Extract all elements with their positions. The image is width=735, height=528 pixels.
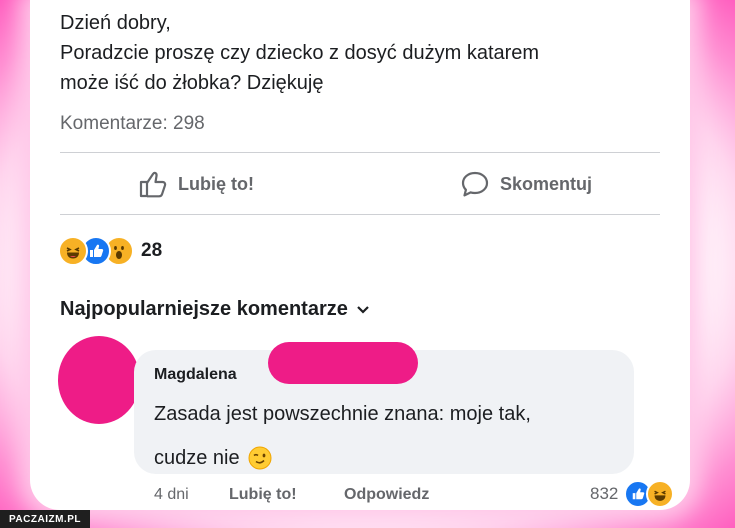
like-button-label: Lubię to! (178, 173, 254, 194)
comment-icon (461, 171, 489, 197)
divider (60, 214, 660, 215)
comment-reaction-count: 832 (590, 484, 619, 503)
comment-button[interactable]: Skomentuj (460, 170, 592, 198)
comments-sort-dropdown[interactable]: Najpopularniejsze komentarze (60, 298, 370, 321)
thumbs-up-icon (139, 171, 167, 198)
comment-reply-button[interactable]: Odpowiedz (344, 486, 429, 504)
comment-reaction-summary[interactable]: 832 (590, 480, 675, 508)
post-line: Poradzcie proszę czy dziecko z dosyć duż… (60, 42, 540, 64)
haha-icon (58, 236, 88, 266)
chevron-down-icon (357, 305, 369, 314)
post-body: Dzień dobry, Poradzcie proszę czy dzieck… (60, 8, 680, 98)
reaction-count: 28 (141, 240, 163, 261)
haha-icon (646, 480, 675, 508)
comment-author[interactable]: Magdalena (154, 366, 237, 384)
comment-line: Zasada jest powszechnie znana: moje tak, (154, 403, 531, 425)
comments-count[interactable]: Komentarze: 298 (60, 113, 205, 135)
wink-emoji-icon (248, 446, 272, 470)
comment-like-button[interactable]: Lubię to! (229, 486, 297, 504)
avatar[interactable] (58, 336, 140, 424)
redaction-scribble (268, 342, 418, 384)
post-line: może iść do żłobka? Dziękuję (60, 72, 324, 94)
divider (60, 152, 660, 153)
comment-time: 4 dni (154, 486, 189, 503)
comment-line: cudze nie (154, 436, 614, 480)
watermark: PACZAIZM.PL (0, 510, 90, 528)
comment-body: Zasada jest powszechnie znana: moje tak,… (154, 392, 614, 480)
reaction-summary[interactable]: 28 (58, 236, 162, 266)
comments-sort-label: Najpopularniejsze komentarze (60, 298, 348, 320)
post-line: Dzień dobry, (60, 12, 171, 34)
like-button[interactable]: Lubię to! (138, 170, 254, 198)
comment-button-label: Skomentuj (500, 173, 593, 194)
